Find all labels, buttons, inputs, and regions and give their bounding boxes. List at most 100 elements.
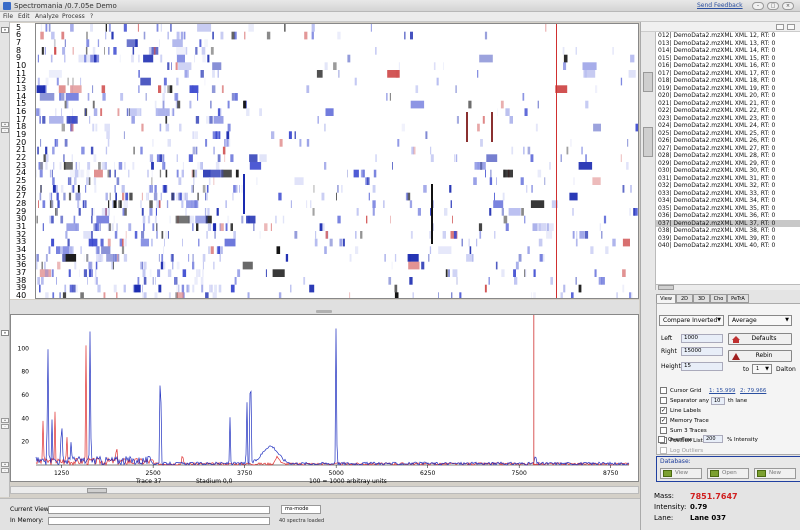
menu-edit[interactable]: Edit xyxy=(18,13,30,20)
zoom-in-lanes-icon[interactable]: + xyxy=(1,122,9,127)
scale-up-icon[interactable]: + xyxy=(1,462,9,467)
list-item[interactable]: 033| DemoData2.mzXML XML 33, RT: 0 xyxy=(656,190,800,198)
overflow-checkbox[interactable] xyxy=(658,436,665,443)
view-splitter[interactable] xyxy=(10,300,639,314)
collapse-top-icon[interactable]: » xyxy=(1,27,9,33)
list-item[interactable]: 023| DemoData2.mzXML XML 23, RT: 0 xyxy=(656,115,800,123)
height-input[interactable]: 15 xyxy=(681,362,723,371)
in-memory-field[interactable] xyxy=(48,517,270,525)
mass-cursor-line[interactable] xyxy=(556,24,557,298)
menu-help[interactable]: ? xyxy=(90,13,93,20)
mode-select[interactable]: ms-mode xyxy=(281,505,321,514)
heatmap-cell xyxy=(64,100,67,109)
list-item[interactable]: 027| DemoData2.mzXML XML 27, RT: 0 xyxy=(656,145,800,153)
memory-trace-checkbox[interactable]: ✓ xyxy=(660,417,667,424)
menu-file[interactable]: File xyxy=(3,13,13,20)
toolbar-toggle-icon[interactable] xyxy=(776,24,784,30)
collapse-mid-icon[interactable]: » xyxy=(1,330,9,336)
list-item[interactable]: 012| DemoData2.mzXML XML 12, RT: 0 xyxy=(656,32,800,40)
cursor-grid-checkbox[interactable] xyxy=(660,387,667,394)
tab-3d[interactable]: 3D xyxy=(693,294,710,303)
list-item[interactable]: 015| DemoData2.mzXML XML 15, RT: 0 xyxy=(656,55,800,63)
heatmap-cell xyxy=(184,70,188,78)
left-input[interactable]: 1000 xyxy=(681,334,723,343)
heatmap-canvas[interactable] xyxy=(36,24,639,299)
list-item[interactable]: 014| DemoData2.mzXML XML 14, RT: 0 xyxy=(656,47,800,55)
list-scroll-thumb[interactable] xyxy=(658,285,674,290)
lane-list-horizontal-scrollbar[interactable] xyxy=(656,284,800,290)
heatmap-cell xyxy=(191,185,193,193)
heatmap-cell xyxy=(324,62,328,70)
toolbar-pin-icon[interactable] xyxy=(787,24,795,30)
heatmap-cell xyxy=(100,238,104,247)
heatmap-cell xyxy=(160,24,162,32)
maximize-button[interactable]: □ xyxy=(767,2,779,10)
scale-down-icon[interactable]: - xyxy=(1,468,9,473)
list-item[interactable]: 022| DemoData2.mzXML XML 22, RT: 0 xyxy=(656,107,800,115)
list-item[interactable]: 032| DemoData2.mzXML XML 32, RT: 0 xyxy=(656,182,800,190)
current-view-field[interactable] xyxy=(48,506,270,514)
zoom-in-spectrum-icon[interactable]: + xyxy=(1,418,9,423)
list-item[interactable]: 016| DemoData2.mzXML XML 16, RT: 0 xyxy=(656,62,800,70)
database-new-button[interactable]: New xyxy=(754,468,796,479)
line-labels-checkbox[interactable]: ✓ xyxy=(660,407,667,414)
list-item[interactable]: 036| DemoData2.mzXML XML 36, RT: 0 xyxy=(656,212,800,220)
minimize-button[interactable]: – xyxy=(752,2,764,10)
list-item[interactable]: 037| DemoData2.mzXML XML 37, RT: 0 xyxy=(656,219,800,227)
aggregate-select[interactable]: Average ▼ xyxy=(728,315,792,326)
spectrum-canvas[interactable]: 100 80 60 40 20 1250 2500 3750 5000 6250 7500 8750 xyxy=(11,315,639,482)
scrollbar-thumb-lower[interactable] xyxy=(643,127,653,157)
spectrum-horizontal-scrollbar[interactable] xyxy=(10,486,639,494)
splitter-handle-icon[interactable] xyxy=(316,310,332,313)
lane-list-vertical-scrollbar[interactable] xyxy=(641,32,656,290)
list-item[interactable]: 039| DemoData2.mzXML XML 39, RT: 0 xyxy=(656,235,800,243)
log-outliers-checkbox[interactable] xyxy=(660,447,667,454)
cursor-grid-value-2[interactable]: 2: 79.966 xyxy=(740,388,766,394)
list-item[interactable]: 024| DemoData2.mzXML XML 24, RT: 0 xyxy=(656,122,800,130)
separator-checkbox[interactable] xyxy=(660,397,667,404)
list-item[interactable]: 030| DemoData2.mzXML XML 30, RT: 0 xyxy=(656,167,800,175)
list-item[interactable]: 026| DemoData2.mzXML XML 26, RT: 0 xyxy=(656,137,800,145)
list-item[interactable]: 034| DemoData2.mzXML XML 34, RT: 0 xyxy=(656,197,800,205)
lane-list[interactable]: 012| DemoData2.mzXML XML 12, RT: 0 013| D… xyxy=(656,32,800,284)
compare-mode-select[interactable]: Compare Inverted ▼ xyxy=(659,315,724,326)
list-item[interactable]: 020| DemoData2.mzXML XML 20, RT: 0 xyxy=(656,92,800,100)
list-item[interactable]: 035| DemoData2.mzXML XML 35, RT: 0 xyxy=(656,205,800,213)
sum3-checkbox[interactable] xyxy=(660,427,667,434)
list-item[interactable]: 021| DemoData2.mzXML XML 21, RT: 0 xyxy=(656,100,800,108)
lane-heatmap[interactable] xyxy=(35,23,639,299)
tab-2d[interactable]: 2D xyxy=(676,294,693,303)
list-item[interactable]: 040| DemoData2.mzXML XML 40, RT: 0 xyxy=(656,242,800,250)
scrollbar-thumb[interactable] xyxy=(87,488,107,493)
zoom-out-lanes-icon[interactable]: - xyxy=(1,128,9,133)
send-feedback-link[interactable]: Send Feedback xyxy=(697,2,743,9)
tab-view[interactable]: View xyxy=(656,294,676,303)
list-item[interactable]: 025| DemoData2.mzXML XML 25, RT: 0 xyxy=(656,130,800,138)
tab-cho[interactable]: Cho xyxy=(710,294,727,303)
menu-analyze[interactable]: Analyze xyxy=(35,13,59,20)
list-item[interactable]: 029| DemoData2.mzXML XML 29, RT: 0 xyxy=(656,160,800,168)
list-item[interactable]: 031| DemoData2.mzXML XML 31, RT: 0 xyxy=(656,175,800,183)
spectrum-plot[interactable]: 100 80 60 40 20 1250 2500 3750 5000 6250 7500 8750 xyxy=(10,314,639,482)
list-item[interactable]: 013| DemoData2.mzXML XML 13, RT: 0 xyxy=(656,40,800,48)
separator-input[interactable]: 10 xyxy=(711,397,725,405)
zoom-out-spectrum-icon[interactable]: - xyxy=(1,424,9,429)
heatmap-cell xyxy=(72,77,74,86)
database-view-button[interactable]: View xyxy=(660,468,702,479)
cursor-grid-value-1[interactable]: 1: 15.999 xyxy=(709,388,735,394)
overflow-input[interactable]: 200 xyxy=(703,435,723,443)
tab-petra[interactable]: PeTrA xyxy=(727,294,749,303)
list-item[interactable]: 019| DemoData2.mzXML XML 19, RT: 0 xyxy=(656,85,800,93)
defaults-button[interactable]: Defaults xyxy=(728,333,792,345)
menu-process[interactable]: Process xyxy=(62,13,85,20)
list-item[interactable]: 017| DemoData2.mzXML XML 17, RT: 0 xyxy=(656,70,800,78)
list-item[interactable]: 028| DemoData2.mzXML XML 28, RT: 0 xyxy=(656,152,800,160)
rebin-button[interactable]: Rebin xyxy=(728,350,792,362)
close-button[interactable]: × xyxy=(782,2,794,10)
list-item[interactable]: 018| DemoData2.mzXML XML 18, RT: 0 xyxy=(656,77,800,85)
database-open-button[interactable]: Open xyxy=(707,468,749,479)
scrollbar-thumb-upper[interactable] xyxy=(643,72,653,92)
list-item[interactable]: 038| DemoData2.mzXML XML 38, RT: 0 xyxy=(656,227,800,235)
right-input[interactable]: 15000 xyxy=(681,347,723,356)
rebin-to-select[interactable]: 1 ▼ xyxy=(752,364,772,374)
